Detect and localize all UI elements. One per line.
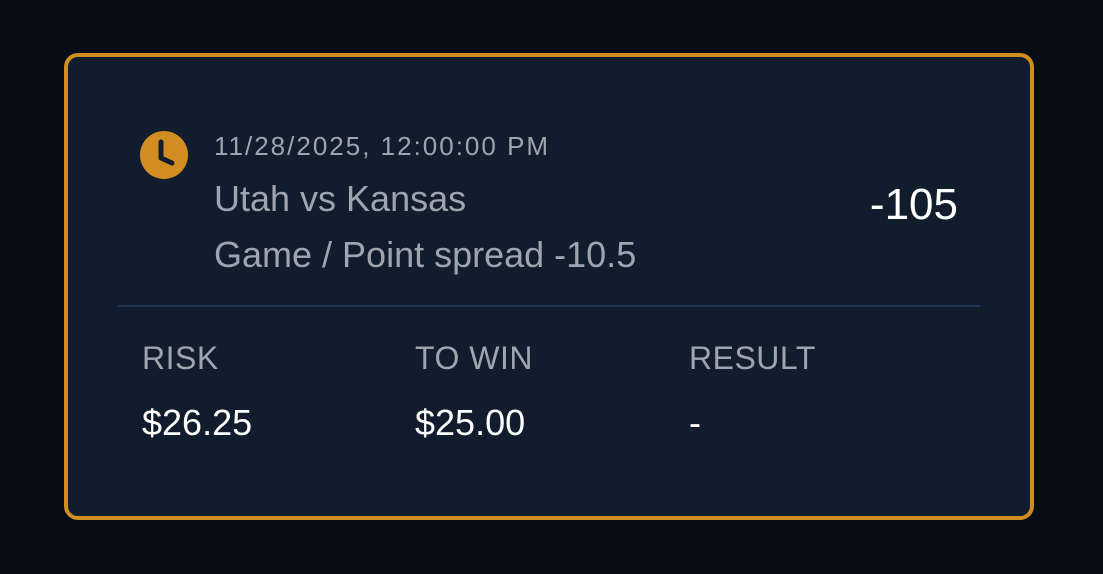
bet-card[interactable]: 11/28/2025, 12:00:00 PM Utah vs Kansas G… bbox=[64, 53, 1034, 520]
result-label: RESULT bbox=[689, 340, 816, 376]
clock-icon bbox=[140, 131, 188, 179]
page: 11/28/2025, 12:00:00 PM Utah vs Kansas G… bbox=[0, 0, 1103, 574]
risk-value: $26.25 bbox=[142, 402, 253, 443]
risk-label: RISK bbox=[142, 340, 219, 376]
result-value: - bbox=[689, 402, 701, 443]
to-win-value: $25.00 bbox=[415, 402, 526, 443]
to-win-label: TO WIN bbox=[415, 340, 533, 376]
bet-matchup: Utah vs Kansas bbox=[214, 178, 467, 219]
bet-datetime: 11/28/2025, 12:00:00 PM bbox=[214, 131, 551, 161]
card-divider bbox=[118, 305, 980, 307]
bet-market: Game / Point spread -10.5 bbox=[214, 234, 637, 275]
bet-odds: -105 bbox=[869, 180, 958, 229]
